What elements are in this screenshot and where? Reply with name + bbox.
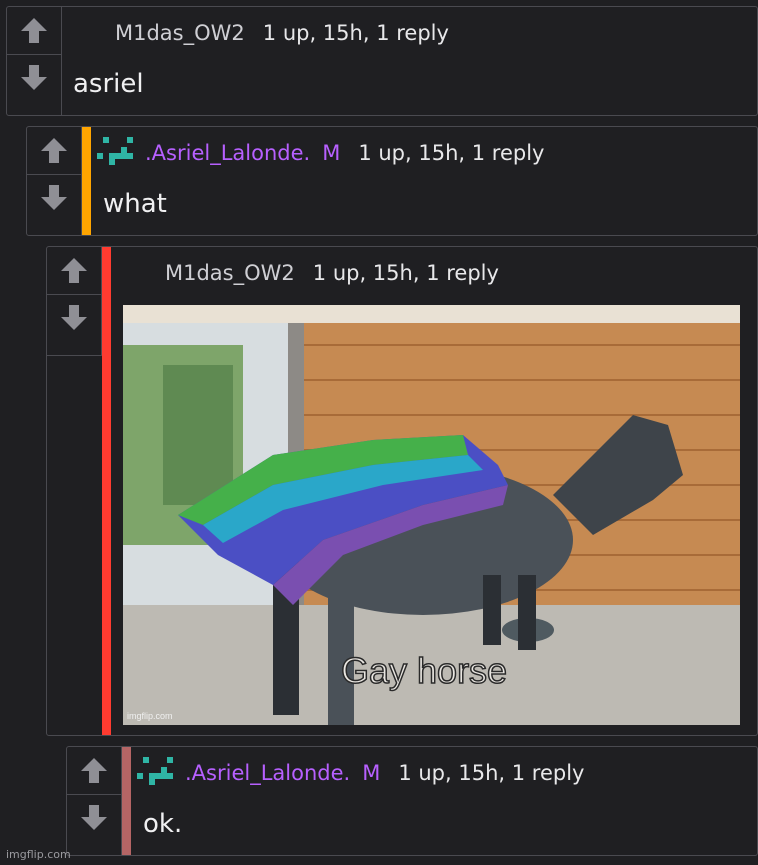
arrow-up-icon <box>41 138 67 163</box>
upvote-button[interactable] <box>7 7 61 53</box>
mod-badge: M <box>362 761 381 785</box>
username-link[interactable]: .Asriel_Lalonde. <box>145 141 310 165</box>
downvote-button[interactable] <box>27 174 81 221</box>
username-link[interactable]: .Asriel_Lalonde. <box>185 761 350 785</box>
comment-text: asriel <box>73 69 144 99</box>
downvote-button[interactable] <box>67 794 121 841</box>
comment-meta: M1das_OW2 1 up, 15h, 1 reply <box>165 261 499 285</box>
comment-meta: .Asriel_Lalonde. M 1 up, 15h, 1 reply <box>145 141 544 165</box>
thread-stripe <box>82 127 91 235</box>
pixel-avatar-icon <box>97 137 133 165</box>
comment-stats: 1 up, 15h, 1 reply <box>398 761 585 785</box>
comment-4: .Asriel_Lalonde. M 1 up, 15h, 1 reply ok. <box>66 746 758 856</box>
arrow-up-icon <box>61 258 87 283</box>
comment-stats: 1 up, 15h, 1 reply <box>262 21 449 45</box>
thread-stripe <box>102 247 111 735</box>
arrow-down-icon <box>61 305 87 330</box>
imgflip-logo: imgflip.com <box>6 848 71 861</box>
vote-column <box>27 127 82 235</box>
comment-1: M1das_OW2 1 up, 15h, 1 reply asriel <box>6 6 758 116</box>
upvote-button[interactable] <box>67 747 121 793</box>
arrow-up-icon <box>21 18 47 43</box>
thread-stripe <box>122 747 131 855</box>
downvote-button[interactable] <box>47 294 101 341</box>
comment-text: what <box>103 189 167 219</box>
arrow-down-icon <box>81 805 107 830</box>
comment-text: ok. <box>143 809 183 839</box>
comment-meta: M1das_OW2 1 up, 15h, 1 reply <box>115 21 449 45</box>
vote-column <box>67 747 122 855</box>
comment-stats: 1 up, 15h, 1 reply <box>358 141 545 165</box>
username-link[interactable]: M1das_OW2 <box>115 21 245 45</box>
vote-column <box>7 7 62 115</box>
username-link[interactable]: M1das_OW2 <box>165 261 295 285</box>
image-caption: Gay horse <box>341 650 507 691</box>
downvote-button[interactable] <box>7 54 61 101</box>
arrow-down-icon <box>41 185 67 210</box>
arrow-down-icon <box>21 65 47 90</box>
comment-meta: .Asriel_Lalonde. M 1 up, 15h, 1 reply <box>185 761 584 785</box>
comment-image[interactable]: Gay horse imgflip.com <box>123 305 740 725</box>
comment-2: .Asriel_Lalonde. M 1 up, 15h, 1 reply what <box>26 126 758 236</box>
upvote-button[interactable] <box>47 247 101 293</box>
vote-column <box>47 247 102 356</box>
comment-3: M1das_OW2 1 up, 15h, 1 reply Gay horse i… <box>46 246 758 736</box>
pixel-avatar-icon <box>137 757 173 785</box>
arrow-up-icon <box>81 758 107 783</box>
comment-stats: 1 up, 15h, 1 reply <box>312 261 499 285</box>
image-watermark: imgflip.com <box>127 711 173 721</box>
upvote-button[interactable] <box>27 127 81 173</box>
mod-badge: M <box>322 141 341 165</box>
horse-picture: Gay horse imgflip.com <box>123 305 740 725</box>
